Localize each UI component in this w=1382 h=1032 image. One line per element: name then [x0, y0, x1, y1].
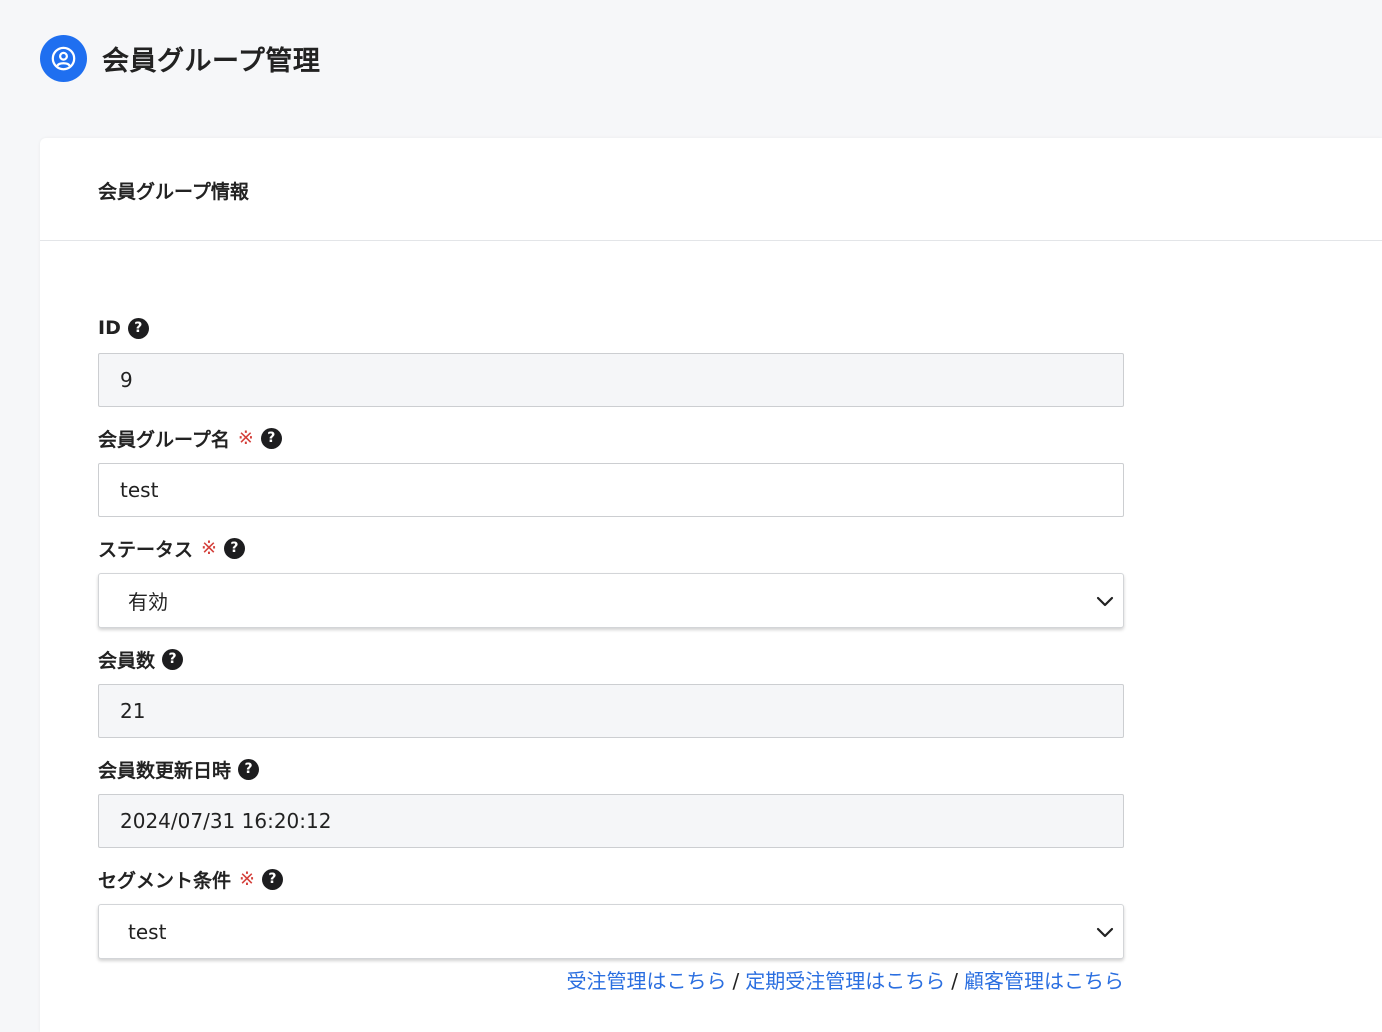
id-label: ID	[98, 317, 121, 339]
member-count-input: 21	[98, 684, 1124, 738]
chevron-down-icon	[1096, 927, 1114, 937]
member-count-updated-input: 2024/07/31 16:20:12	[98, 794, 1124, 848]
segment-label-row: セグメント条件 ※ ?	[98, 865, 1124, 893]
member-group-form: ID ? 9 会員グループ名 ※ ? test ステータス ※ ? 有効 会員数…	[98, 314, 1124, 994]
link-separator: /	[732, 969, 740, 993]
subscription-orders-link[interactable]: 定期受注管理はこちら	[745, 969, 945, 993]
member-count-field: 会員数 ? 21	[98, 645, 1124, 738]
user-circle-icon	[40, 34, 87, 82]
status-select[interactable]: 有効	[98, 573, 1124, 628]
id-label-row: ID ?	[98, 314, 1124, 342]
member-count-updated-field: 会員数更新日時 ? 2024/07/31 16:20:12	[98, 755, 1124, 848]
member-group-card: 会員グループ情報 ID ? 9 会員グループ名 ※ ? test ステータス ※…	[40, 138, 1382, 1032]
member-count-label-row: 会員数 ?	[98, 645, 1124, 673]
orders-link[interactable]: 受注管理はこちら	[567, 969, 727, 993]
required-mark: ※	[201, 537, 217, 559]
status-select-value: 有効	[128, 590, 168, 614]
required-mark: ※	[239, 868, 255, 890]
question-circle-icon[interactable]: ?	[261, 868, 283, 890]
id-input: 9	[98, 353, 1124, 407]
member-count-updated-label-row: 会員数更新日時 ?	[98, 755, 1124, 783]
card-title: 会員グループ情報	[98, 180, 249, 203]
question-circle-icon[interactable]: ?	[223, 537, 245, 559]
link-separator: /	[951, 969, 958, 993]
segment-select-value: test	[128, 919, 167, 944]
group-name-input[interactable]: test	[98, 463, 1124, 517]
group-name-field: 会員グループ名 ※ ? test	[98, 424, 1124, 517]
segment-field: セグメント条件 ※ ? test	[98, 865, 1124, 959]
required-mark: ※	[237, 427, 254, 449]
question-circle-icon[interactable]: ?	[127, 317, 149, 339]
chevron-down-icon	[1096, 596, 1114, 606]
status-field: ステータス ※ ? 有効	[98, 534, 1124, 628]
question-circle-icon[interactable]: ?	[162, 648, 184, 670]
segment-select[interactable]: test	[98, 904, 1124, 959]
member-count-label: 会員数	[98, 649, 156, 672]
card-header: 会員グループ情報	[40, 138, 1382, 241]
page-header: 会員グループ管理	[40, 34, 320, 82]
status-label-row: ステータス ※ ?	[98, 534, 1124, 562]
member-count-updated-label: 会員数更新日時	[98, 759, 232, 782]
customers-link[interactable]: 顧客管理はこちら	[964, 969, 1124, 993]
group-name-label-row: 会員グループ名 ※ ?	[98, 424, 1124, 452]
question-circle-icon[interactable]: ?	[260, 427, 282, 449]
group-name-label: 会員グループ名	[98, 428, 230, 451]
status-label: ステータス	[98, 538, 194, 561]
question-circle-icon[interactable]: ?	[238, 758, 260, 780]
page-title: 会員グループ管理	[102, 45, 321, 77]
segment-label: セグメント条件	[98, 869, 232, 892]
id-field: ID ? 9	[98, 314, 1124, 407]
related-links: 受注管理はこちら / 定期受注管理はこちら / 顧客管理はこちら	[98, 965, 1125, 994]
